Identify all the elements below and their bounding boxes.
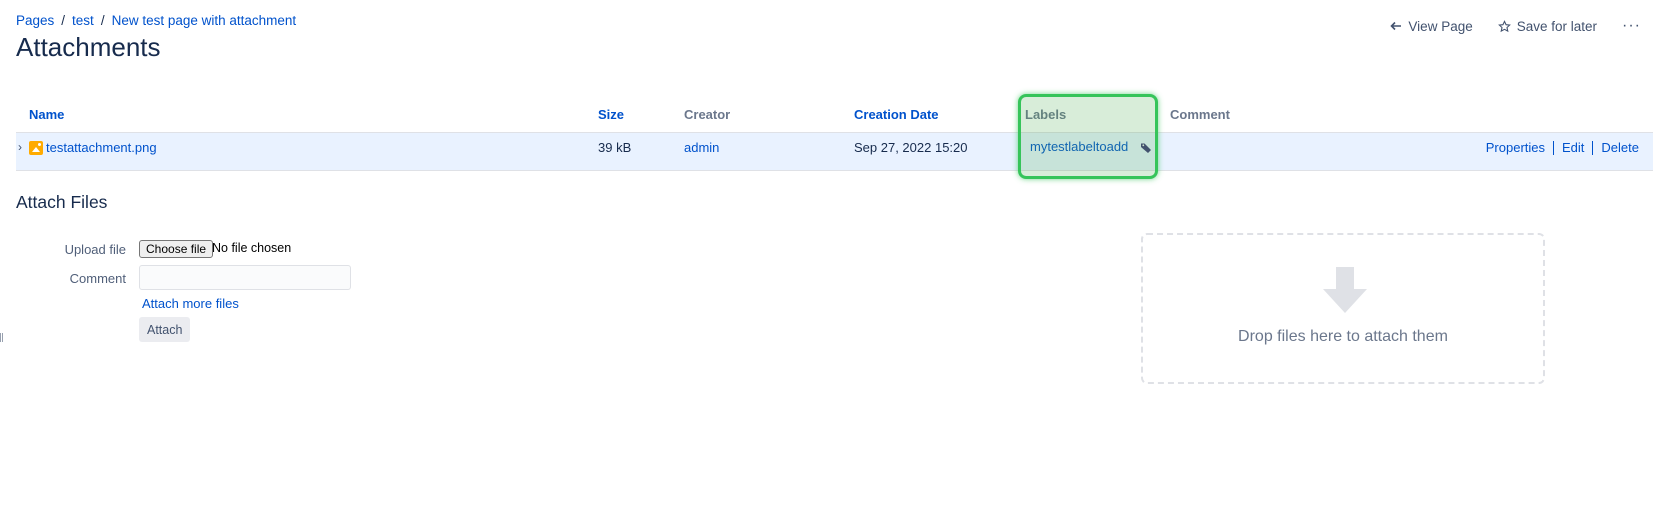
view-page-button[interactable]: View Page xyxy=(1390,18,1473,34)
comment-input[interactable] xyxy=(139,265,351,290)
save-for-later-button[interactable]: Save for later xyxy=(1497,18,1598,34)
edit-label-tag-icon[interactable] xyxy=(1140,142,1152,154)
attach-button[interactable]: Attach xyxy=(139,317,191,342)
edit-link[interactable]: Edit xyxy=(1562,140,1584,155)
view-page-label: View Page xyxy=(1408,18,1473,34)
attachment-name-link[interactable]: testattachment.png xyxy=(46,140,157,155)
breadcrumb: Pages / test / New test page with attach… xyxy=(16,13,296,28)
breadcrumb-page-link[interactable]: New test page with attachment xyxy=(112,13,297,28)
upload-file-label: Upload file xyxy=(64,242,126,257)
creator-link[interactable]: admin xyxy=(684,140,719,155)
creation-date-column-header[interactable]: Creation Date xyxy=(854,107,939,122)
more-actions-icon[interactable]: ··· xyxy=(1622,17,1641,35)
breadcrumb-test-link[interactable]: test xyxy=(72,13,94,28)
file-dropzone[interactable]: Drop files here to attach them xyxy=(1141,233,1545,384)
table-row: › testattachment.png 39 kB admin Sep 27,… xyxy=(16,133,1653,171)
creation-date: Sep 27, 2022 15:20 xyxy=(854,140,968,155)
properties-link[interactable]: Properties xyxy=(1486,140,1545,155)
attach-files-heading: Attach Files xyxy=(16,192,108,212)
table-header: Name Size Creator Creation Date Labels C… xyxy=(16,101,1653,133)
comment-label: Comment xyxy=(69,271,126,286)
return-arrow-icon xyxy=(1390,21,1402,31)
expand-chevron-icon[interactable]: › xyxy=(18,140,22,154)
page-actions: View Page Save for later ··· xyxy=(1390,17,1653,35)
action-divider xyxy=(1592,140,1594,155)
size-column-header[interactable]: Size xyxy=(598,107,624,122)
breadcrumb-pages-link[interactable]: Pages xyxy=(16,13,54,28)
creator-column-header: Creator xyxy=(684,107,731,122)
page-title: Attachments xyxy=(16,32,161,62)
row-actions: Properties Edit Delete xyxy=(1486,140,1639,155)
delete-link[interactable]: Delete xyxy=(1601,140,1639,155)
dropzone-text: Drop files here to attach them xyxy=(1238,328,1448,345)
download-arrow-icon xyxy=(1323,267,1367,313)
file-status: No file chosen xyxy=(212,241,292,255)
name-column-header[interactable]: Name xyxy=(29,107,64,122)
breadcrumb-separator: / xyxy=(61,13,66,28)
resize-handle[interactable] xyxy=(0,333,3,342)
breadcrumb-separator: / xyxy=(100,13,105,28)
labels-highlight xyxy=(1018,94,1158,179)
action-divider xyxy=(1553,140,1555,155)
comment-column-header: Comment xyxy=(1170,107,1230,122)
attachment-size: 39 kB xyxy=(598,140,632,155)
attachments-table: Name Size Creator Creation Date Labels C… xyxy=(16,101,1653,171)
attach-more-files-link[interactable]: Attach more files xyxy=(142,296,239,311)
image-file-icon xyxy=(29,141,43,155)
save-for-later-label: Save for later xyxy=(1516,18,1598,34)
choose-file-button[interactable]: Choose file xyxy=(139,240,214,258)
star-icon xyxy=(1497,19,1511,32)
